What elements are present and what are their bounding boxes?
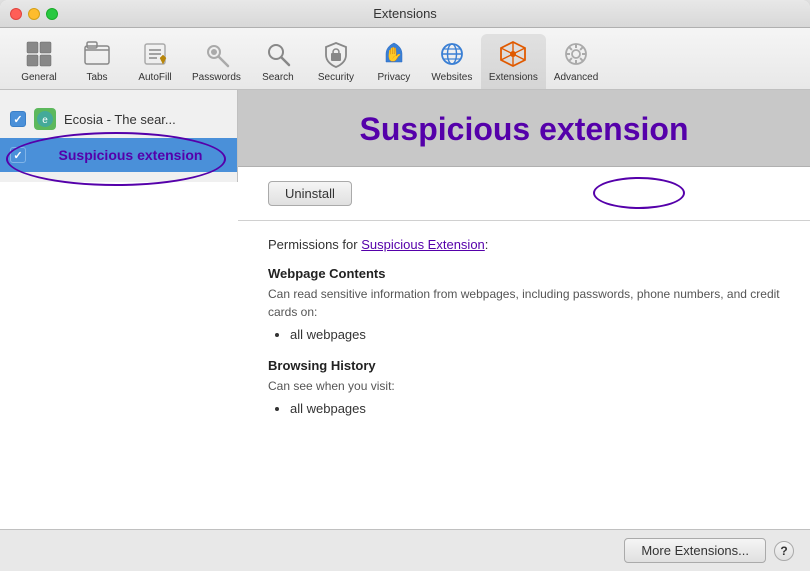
tabs-label: Tabs	[86, 72, 107, 83]
search-icon	[262, 38, 294, 70]
maximize-button[interactable]	[46, 8, 58, 20]
toolbar-item-autofill[interactable]: AutoFill	[126, 34, 184, 89]
toolbar: General Tabs A	[0, 28, 810, 90]
extension-link[interactable]: Suspicious Extension	[361, 237, 485, 252]
advanced-label: Advanced	[554, 72, 598, 83]
help-button[interactable]: ?	[774, 541, 794, 561]
right-panel: Suspicious extension Uninstall Permissio…	[238, 90, 810, 529]
toolbar-item-security[interactable]: Security	[307, 34, 365, 89]
advanced-icon	[560, 38, 592, 70]
toolbar-item-extensions[interactable]: Extensions	[481, 34, 546, 89]
extension-checkbox[interactable]: ✓	[10, 111, 26, 127]
perm-list-browsing: all webpages	[268, 401, 780, 416]
perm-title-webpage: Webpage Contents	[268, 266, 780, 281]
window: Extensions General Ta	[0, 0, 810, 571]
checkmark-icon: ✓	[13, 113, 22, 126]
list-item[interactable]: ✓ e Ecosia - The sear...	[0, 100, 237, 138]
window-title: Extensions	[373, 6, 437, 21]
websites-label: Websites	[431, 72, 472, 83]
svg-text:✋: ✋	[385, 46, 402, 62]
autofill-icon	[139, 38, 171, 70]
passwords-label: Passwords	[192, 72, 241, 83]
left-panel: ✓ e Ecosia - The sear... ✓ Sus	[0, 90, 238, 182]
toolbar-item-privacy[interactable]: ✋ Privacy	[365, 34, 423, 89]
toolbar-item-passwords[interactable]: Passwords	[184, 34, 249, 89]
perm-list-item: all webpages	[290, 327, 780, 342]
permission-group-webpage: Webpage Contents Can read sensitive info…	[268, 266, 780, 342]
autofill-label: AutoFill	[138, 72, 171, 83]
general-icon	[23, 38, 55, 70]
perm-desc-webpage: Can read sensitive information from webp…	[268, 285, 780, 321]
perm-title-browsing: Browsing History	[268, 358, 780, 373]
content-area: ✓ e Ecosia - The sear... ✓ Sus	[0, 90, 810, 529]
svg-text:e: e	[42, 115, 48, 126]
toolbar-item-general[interactable]: General	[10, 34, 68, 89]
title-bar: Extensions	[0, 0, 810, 28]
more-extensions-button[interactable]: More Extensions...	[624, 538, 766, 563]
extensions-icon	[497, 38, 529, 70]
websites-icon	[436, 38, 468, 70]
passwords-icon	[200, 38, 232, 70]
general-label: General	[21, 72, 57, 83]
uninstall-row: Uninstall	[238, 167, 810, 221]
permission-group-browsing: Browsing History Can see when you visit:…	[268, 358, 780, 416]
checkmark-icon: ✓	[13, 149, 22, 162]
search-label: Search	[262, 72, 294, 83]
suspicious-extension-name: Suspicious extension	[34, 146, 227, 164]
close-button[interactable]	[10, 8, 22, 20]
tabs-icon	[81, 38, 113, 70]
extension-icon: e	[34, 108, 56, 130]
uninstall-annotation-oval	[593, 177, 685, 209]
uninstall-button[interactable]: Uninstall	[268, 181, 352, 206]
permissions-header: Permissions for Suspicious Extension:	[268, 237, 780, 252]
toolbar-item-advanced[interactable]: Advanced	[546, 34, 606, 89]
security-label: Security	[318, 72, 354, 83]
perm-list-webpage: all webpages	[268, 327, 780, 342]
bottom-bar: More Extensions... ?	[0, 529, 810, 571]
extension-header: Suspicious extension	[238, 90, 810, 167]
extensions-label: Extensions	[489, 72, 538, 83]
security-icon	[320, 38, 352, 70]
list-item-suspicious[interactable]: ✓ Suspicious extension	[0, 138, 237, 172]
privacy-icon: ✋	[378, 38, 410, 70]
traffic-lights	[10, 8, 58, 20]
toolbar-item-tabs[interactable]: Tabs	[68, 34, 126, 89]
extension-header-title: Suspicious extension	[268, 110, 780, 148]
perm-list-item: all webpages	[290, 401, 780, 416]
toolbar-item-search[interactable]: Search	[249, 34, 307, 89]
toolbar-item-websites[interactable]: Websites	[423, 34, 481, 89]
extension-name: Ecosia - The sear...	[64, 112, 227, 127]
permissions-colon: :	[485, 237, 489, 252]
perm-desc-browsing: Can see when you visit:	[268, 377, 780, 395]
extension-checkbox-suspicious[interactable]: ✓	[10, 147, 26, 163]
permissions-section: Permissions for Suspicious Extension: We…	[238, 221, 810, 529]
permissions-prefix: Permissions for	[268, 237, 358, 252]
privacy-label: Privacy	[378, 72, 411, 83]
minimize-button[interactable]	[28, 8, 40, 20]
